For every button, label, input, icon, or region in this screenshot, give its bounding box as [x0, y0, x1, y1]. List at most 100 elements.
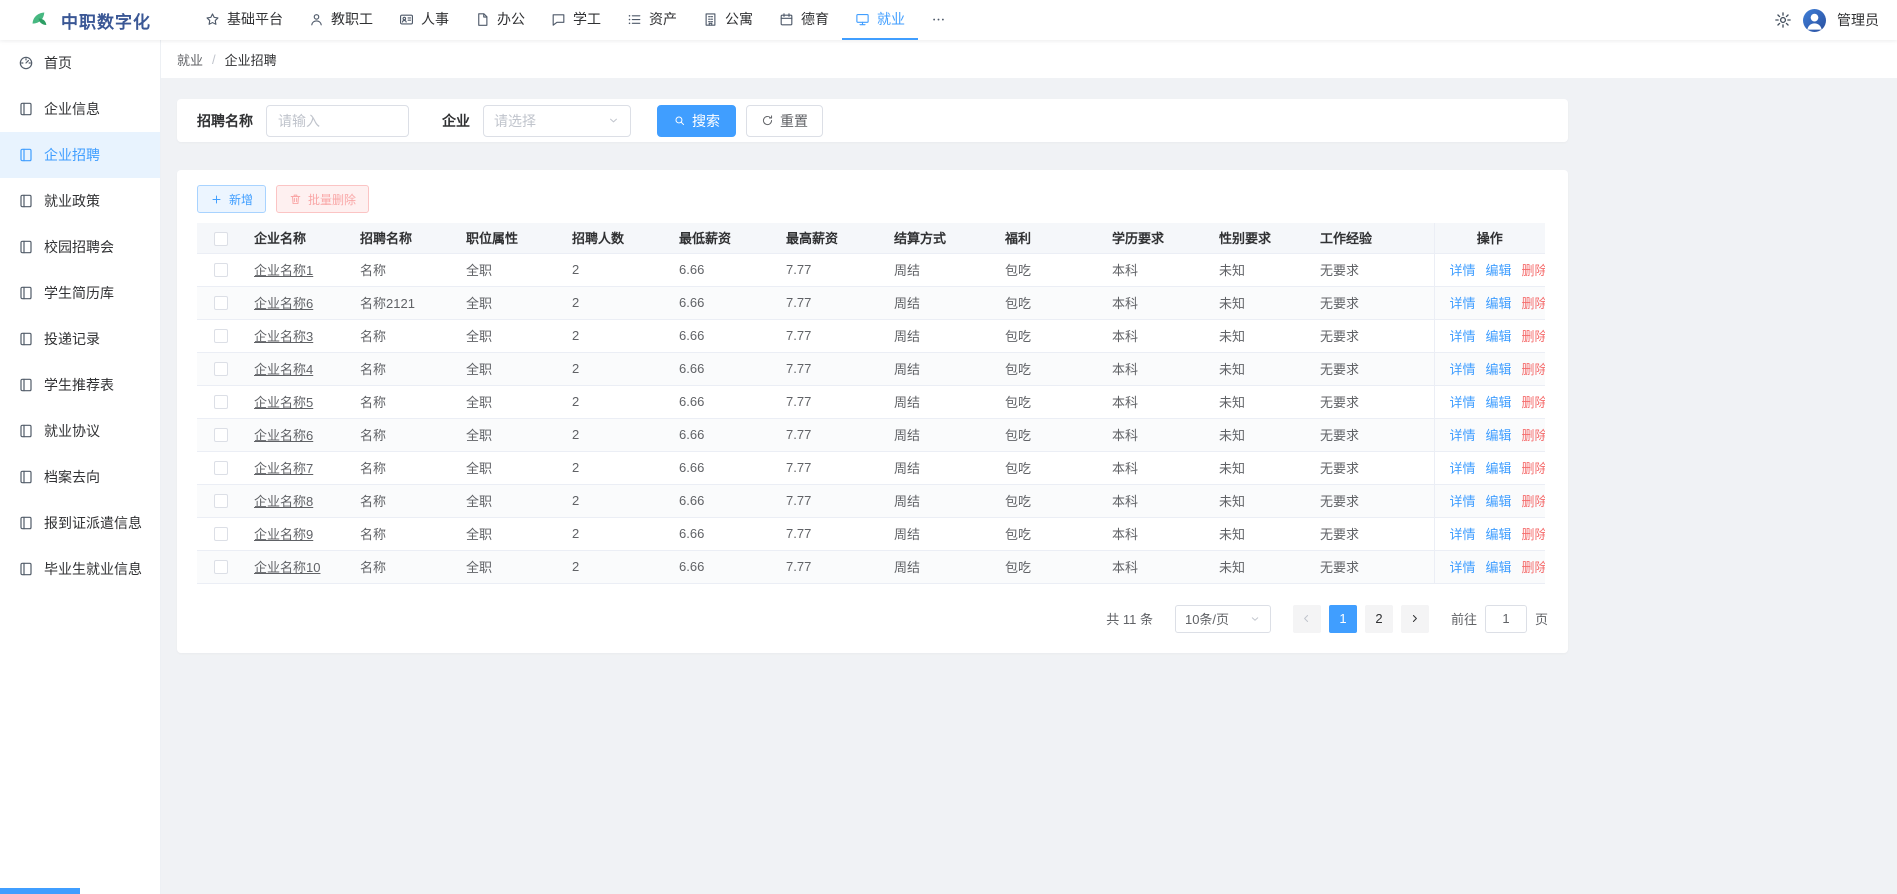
column-header: 最低薪资 — [669, 223, 776, 253]
reset-button[interactable]: 重置 — [746, 105, 823, 137]
next-page-button[interactable] — [1401, 605, 1429, 633]
edit-link[interactable]: 编辑 — [1486, 296, 1512, 311]
company-name-link[interactable]: 企业名称3 — [254, 329, 313, 344]
row-checkbox[interactable] — [214, 362, 228, 376]
row-checkbox[interactable] — [214, 296, 228, 310]
edit-link[interactable]: 编辑 — [1486, 428, 1512, 443]
top-nav-item-资产[interactable]: 资产 — [614, 0, 690, 40]
edit-link[interactable]: 编辑 — [1486, 560, 1512, 575]
sidebar-item-档案去向[interactable]: 档案去向 — [0, 454, 160, 500]
sidebar-item-毕业生就业信息[interactable]: 毕业生就业信息 — [0, 546, 160, 592]
row-checkbox[interactable] — [214, 263, 228, 277]
user-avatar[interactable] — [1803, 9, 1826, 32]
edit-link[interactable]: 编辑 — [1486, 362, 1512, 377]
cell-title: 名称2121 — [350, 286, 456, 319]
top-nav-item-办公[interactable]: 办公 — [462, 0, 538, 40]
sidebar-item-首页[interactable]: 首页 — [0, 40, 160, 86]
select-all-checkbox[interactable] — [214, 232, 228, 246]
sidebar-item-投递记录[interactable]: 投递记录 — [0, 316, 160, 362]
top-nav-item-人事[interactable]: 人事 — [386, 0, 462, 40]
batch-delete-button[interactable]: 批量删除 — [276, 185, 369, 213]
username-label[interactable]: 管理员 — [1837, 10, 1879, 30]
delete-link[interactable]: 删除 — [1522, 395, 1545, 410]
top-nav-item-学工[interactable]: 学工 — [538, 0, 614, 40]
detail-link[interactable]: 详情 — [1450, 428, 1476, 443]
company-name-link[interactable]: 企业名称7 — [254, 461, 313, 476]
top-nav-item-教职工[interactable]: 教职工 — [296, 0, 386, 40]
delete-link[interactable]: 删除 — [1522, 527, 1545, 542]
sidebar-item-就业协议[interactable]: 就业协议 — [0, 408, 160, 454]
sidebar-item-报到证派遣信息[interactable]: 报到证派遣信息 — [0, 500, 160, 546]
delete-link[interactable]: 删除 — [1522, 296, 1545, 311]
edit-link[interactable]: 编辑 — [1486, 395, 1512, 410]
pagination-total: 共 11 条 — [1106, 609, 1153, 628]
sidebar-item-企业招聘[interactable]: 企业招聘 — [0, 132, 160, 178]
recruit-name-input[interactable] — [266, 105, 409, 137]
edit-link[interactable]: 编辑 — [1486, 461, 1512, 476]
delete-link[interactable]: 删除 — [1522, 263, 1545, 278]
company-name-link[interactable]: 企业名称10 — [254, 560, 320, 575]
row-checkbox[interactable] — [214, 527, 228, 541]
brand[interactable]: 中职数字化 — [26, 8, 178, 33]
sidebar-item-学生简历库[interactable]: 学生简历库 — [0, 270, 160, 316]
company-name-link[interactable]: 企业名称6 — [254, 296, 313, 311]
page-button-2[interactable]: 2 — [1365, 605, 1393, 633]
breadcrumb-section[interactable]: 就业 — [177, 50, 203, 69]
edit-link[interactable]: 编辑 — [1486, 263, 1512, 278]
detail-link[interactable]: 详情 — [1450, 362, 1476, 377]
settings-gear-icon[interactable] — [1774, 11, 1792, 29]
company-name-link[interactable]: 企业名称1 — [254, 263, 313, 278]
company-name-link[interactable]: 企业名称4 — [254, 362, 313, 377]
detail-link[interactable]: 详情 — [1450, 494, 1476, 509]
company-name-link[interactable]: 企业名称8 — [254, 494, 313, 509]
company-name-link[interactable]: 企业名称5 — [254, 395, 313, 410]
top-nav-item-德育[interactable]: 德育 — [766, 0, 842, 40]
sidebar-item-校园招聘会[interactable]: 校园招聘会 — [0, 224, 160, 270]
cell-type: 全职 — [456, 319, 562, 352]
cell-gender: 未知 — [1209, 484, 1310, 517]
company-name-link[interactable]: 企业名称6 — [254, 428, 313, 443]
page-size-value: 10条/页 — [1185, 609, 1229, 628]
top-nav-item-基础平台[interactable]: 基础平台 — [192, 0, 296, 40]
delete-link[interactable]: 删除 — [1522, 560, 1545, 575]
top-nav-item-公寓[interactable]: 公寓 — [690, 0, 766, 40]
sidebar-item-就业政策[interactable]: 就业政策 — [0, 178, 160, 224]
delete-link[interactable]: 删除 — [1522, 362, 1545, 377]
detail-link[interactable]: 详情 — [1450, 263, 1476, 278]
delete-link[interactable]: 删除 — [1522, 461, 1545, 476]
row-checkbox[interactable] — [214, 395, 228, 409]
page-button-1[interactable]: 1 — [1329, 605, 1357, 633]
detail-link[interactable]: 详情 — [1450, 560, 1476, 575]
add-button[interactable]: 新增 — [197, 185, 266, 213]
detail-link[interactable]: 详情 — [1450, 329, 1476, 344]
delete-link[interactable]: 删除 — [1522, 494, 1545, 509]
cell-max: 7.77 — [776, 517, 884, 550]
detail-link[interactable]: 详情 — [1450, 395, 1476, 410]
goto-page-input[interactable] — [1485, 605, 1527, 633]
company-name-link[interactable]: 企业名称9 — [254, 527, 313, 542]
detail-link[interactable]: 详情 — [1450, 527, 1476, 542]
prev-page-button[interactable] — [1293, 605, 1321, 633]
top-nav-item-就业[interactable]: 就业 — [842, 0, 918, 40]
company-select[interactable]: 请选择 — [483, 105, 631, 137]
row-checkbox[interactable] — [214, 461, 228, 475]
delete-link[interactable]: 删除 — [1522, 329, 1545, 344]
row-checkbox[interactable] — [214, 560, 228, 574]
row-checkbox[interactable] — [214, 428, 228, 442]
detail-link[interactable]: 详情 — [1450, 296, 1476, 311]
edit-link[interactable]: 编辑 — [1486, 329, 1512, 344]
row-checkbox[interactable] — [214, 494, 228, 508]
sidebar-item-学生推荐表[interactable]: 学生推荐表 — [0, 362, 160, 408]
cell-actions: 详情编辑删除 — [1434, 418, 1545, 451]
sidebar-bottom-bar[interactable] — [0, 888, 80, 894]
delete-link[interactable]: 删除 — [1522, 428, 1545, 443]
column-header: 工作经验 — [1310, 223, 1434, 253]
search-button[interactable]: 搜索 — [657, 105, 736, 137]
edit-link[interactable]: 编辑 — [1486, 527, 1512, 542]
sidebar-item-企业信息[interactable]: 企业信息 — [0, 86, 160, 132]
top-nav-item-more[interactable] — [918, 0, 959, 40]
detail-link[interactable]: 详情 — [1450, 461, 1476, 476]
page-size-select[interactable]: 10条/页 — [1175, 605, 1271, 633]
edit-link[interactable]: 编辑 — [1486, 494, 1512, 509]
row-checkbox[interactable] — [214, 329, 228, 343]
